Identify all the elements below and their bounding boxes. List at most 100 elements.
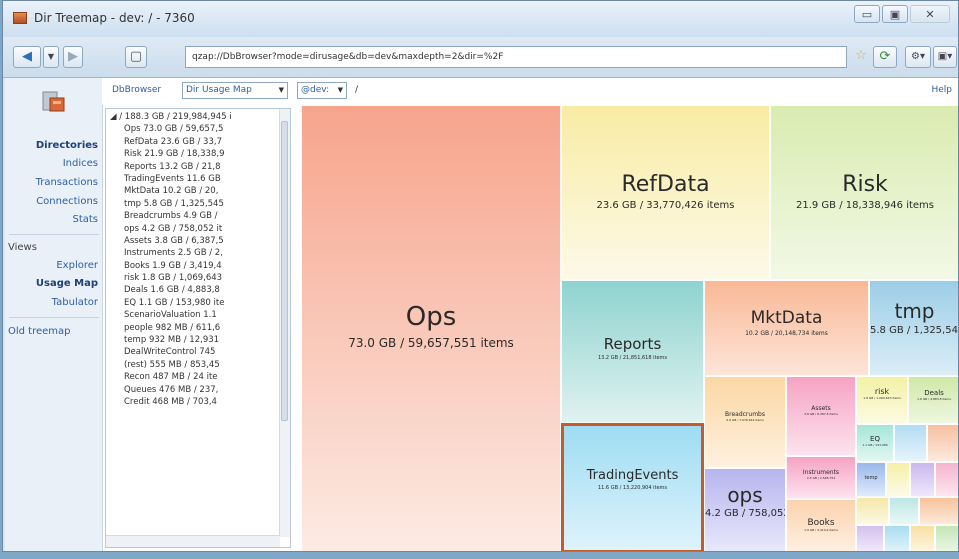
cell-name: Instruments (802, 469, 840, 476)
close-button[interactable]: ✕ (910, 5, 950, 23)
tree-item[interactable]: tmp 5.8 GB / 1,325,545 (106, 198, 282, 210)
page-button[interactable]: ▢ (125, 46, 147, 68)
tree-item[interactable]: ops 4.2 GB / 758,052 it (106, 223, 282, 235)
treemap-cell-refdata[interactable]: RefData 23.6 GB / 33,770,426 items (561, 105, 770, 280)
tree-item[interactable]: Assets 3.8 GB / 6,387,5 (106, 235, 282, 247)
tree-item[interactable]: ScenarioValuation 1.1 (106, 309, 282, 321)
sidebar-item-stats[interactable]: Stats (72, 214, 98, 225)
treemap-cell-deals[interactable]: Deals 1.6 GB / 4,883,8 items (908, 376, 958, 424)
treemap-cell-mktdata[interactable]: MktData 10.2 GB / 20,148,734 items (704, 280, 869, 376)
sidebar-item-tabulator[interactable]: Tabulator (52, 297, 98, 308)
usage-treemap: Ops 73.0 GB / 59,657,551 items RefData 2… (301, 105, 958, 551)
tree-item[interactable]: Reports 13.2 GB / 21,8 (106, 161, 282, 173)
tree-item[interactable]: Risk 21.9 GB / 18,338,9 (106, 148, 282, 160)
treemap-cell-breadcrumbs[interactable]: Breadcrumbs 4.9 GB / 7,076,644 items (704, 376, 786, 468)
tree-item[interactable]: Instruments 2.5 GB / 2, (106, 247, 282, 259)
refresh-button[interactable]: ⟳ (873, 46, 897, 68)
tree-items: Ops 73.0 GB / 59,657,5 RefData 23.6 GB / … (106, 123, 282, 408)
sidebar-item-old-treemap[interactable]: Old treemap (8, 326, 71, 337)
treemap-cell-ops[interactable]: Ops 73.0 GB / 59,657,551 items (301, 105, 561, 551)
treemap-cell-assets[interactable]: Assets 3.8 GB / 6,387,5 items (786, 376, 856, 456)
window-icon: ▣▾ (937, 51, 953, 62)
treemap-cell-eq[interactable]: EQ 1.1 GB / 153,980 (856, 424, 894, 462)
sidebar-item-connections[interactable]: Connections (36, 196, 98, 207)
tree-item[interactable]: TradingEvents 11.6 GB (106, 173, 282, 185)
tree-item[interactable]: Credit 468 MB / 703,4 (106, 396, 282, 408)
dbbrowser-link[interactable]: DbBrowser (112, 85, 161, 95)
tree-vertical-scrollbar[interactable] (279, 109, 290, 537)
treemap-cell-small[interactable] (935, 525, 958, 551)
cell-size: 1.8 GB / 1,069,643 items (863, 396, 901, 400)
tree-item[interactable]: Books 1.9 GB / 3,419,4 (106, 260, 282, 272)
treemap-cell-instruments[interactable]: Instruments 2.5 GB / 2,548,754 (786, 456, 856, 499)
history-dropdown-button[interactable]: ▼ (43, 46, 59, 68)
minimize-button[interactable]: ▭ (854, 5, 880, 23)
page-icon: ▢ (129, 49, 143, 64)
sidebar-divider (9, 317, 99, 318)
treemap-cell-temp[interactable]: temp (856, 462, 886, 497)
app-icon (13, 12, 27, 24)
title-bar: Dir Treemap - dev: / - 7360 ▭ ▣ ✕ (3, 1, 958, 37)
cell-name: ops (727, 483, 763, 507)
sidebar-item-indices[interactable]: Indices (63, 158, 98, 169)
tree-item[interactable]: (rest) 555 MB / 853,45 (106, 359, 282, 371)
sidebar-item-transactions[interactable]: Transactions (36, 177, 98, 188)
treemap-cell-risk-small[interactable]: risk 1.8 GB / 1,069,643 items (856, 376, 908, 424)
tree-item[interactable]: temp 932 MB / 12,931 (106, 334, 282, 346)
cell-name: Breadcrumbs (725, 411, 765, 418)
treemap-cell-risk[interactable]: Risk 21.9 GB / 18,338,946 items (770, 105, 958, 280)
forward-button[interactable]: ▶ (63, 46, 83, 68)
tree-item[interactable]: DealWriteControl 745 (106, 346, 282, 358)
treemap-cell-small[interactable] (910, 525, 935, 551)
treemap-cell-small[interactable] (910, 462, 935, 497)
tree-item[interactable]: RefData 23.6 GB / 33,7 (106, 136, 282, 148)
tree-item[interactable]: MktData 10.2 GB / 20, (106, 185, 282, 197)
treemap-cell-small[interactable] (894, 424, 927, 462)
tree-item[interactable]: Ops 73.0 GB / 59,657,5 (106, 123, 282, 135)
treemap-cell-books[interactable]: Books 1.9 GB / 3,419,4 items (786, 499, 856, 551)
sidebar-item-usage-map[interactable]: Usage Map (36, 278, 98, 289)
treemap-cell-small[interactable] (889, 497, 919, 525)
cell-size: 4.2 GB / 758,052 items (705, 508, 786, 519)
tools-button[interactable]: ⚙▾ (905, 46, 931, 68)
treemap-cell-small[interactable] (884, 525, 910, 551)
back-button[interactable]: ◀ (13, 46, 41, 68)
directory-tree[interactable]: ◢ / 188.3 GB / 219,984,945 i Ops 73.0 GB… (105, 108, 291, 548)
sidebar-item-directories[interactable]: Directories (36, 140, 98, 151)
treemap-cell-tradingevents-selected[interactable]: TradingEvents 11.6 GB / 13,220,904 items (561, 423, 704, 551)
view-select[interactable]: Dir Usage Map ▼ (182, 82, 288, 99)
treemap-cell-small[interactable] (935, 462, 958, 497)
tree-rows: ◢ / 188.3 GB / 219,984,945 i Ops 73.0 GB… (106, 111, 282, 408)
help-link[interactable]: Help (931, 85, 952, 95)
cell-name: Reports (603, 335, 662, 353)
window-menu-button[interactable]: ▣▾ (933, 46, 957, 68)
favorite-button[interactable]: ☆ (851, 46, 871, 68)
treemap-cell-small[interactable] (856, 525, 884, 551)
back-arrow-icon: ◀ (22, 49, 32, 64)
treemap-cell-small[interactable] (919, 497, 958, 525)
sidebar-item-explorer[interactable]: Explorer (56, 260, 98, 271)
current-path: / (355, 85, 359, 95)
tree-item[interactable]: people 982 MB / 611,6 (106, 322, 282, 334)
db-select[interactable]: @dev: ▼ (297, 82, 347, 99)
maximize-button[interactable]: ▣ (882, 5, 908, 23)
treemap-cell-reports[interactable]: Reports 13.2 GB / 21,851,618 items (561, 280, 704, 423)
tree-horizontal-scrollbar[interactable] (106, 535, 280, 547)
treemap-cell-small[interactable] (886, 462, 910, 497)
tree-item[interactable]: Queues 476 MB / 237, (106, 384, 282, 396)
treemap-cell-ops-small[interactable]: ops 4.2 GB / 758,052 items (704, 468, 786, 551)
scroll-thumb[interactable] (281, 121, 288, 421)
tree-item[interactable]: Breadcrumbs 4.9 GB / (106, 210, 282, 222)
tree-item[interactable]: EQ 1.1 GB / 153,980 ite (106, 297, 282, 309)
tree-item[interactable]: Deals 1.6 GB / 4,883,8 (106, 284, 282, 296)
sidebar: Directories Indices Transactions Connect… (5, 78, 103, 551)
tree-root[interactable]: ◢ / 188.3 GB / 219,984,945 i (106, 111, 282, 123)
treemap-cell-small[interactable] (856, 497, 889, 525)
treemap-cell-small[interactable] (927, 424, 958, 462)
tree-item[interactable]: risk 1.8 GB / 1,069,643 (106, 272, 282, 284)
cell-name: Assets (811, 405, 831, 412)
cell-size: 4.9 GB / 7,076,644 items (726, 418, 764, 422)
treemap-cell-tmp[interactable]: tmp 5.8 GB / 1,325,545 items (869, 280, 958, 376)
tree-item[interactable]: Recon 487 MB / 24 ite (106, 371, 282, 383)
address-bar[interactable]: qzap://DbBrowser?mode=dirusage&db=dev&ma… (185, 46, 847, 68)
